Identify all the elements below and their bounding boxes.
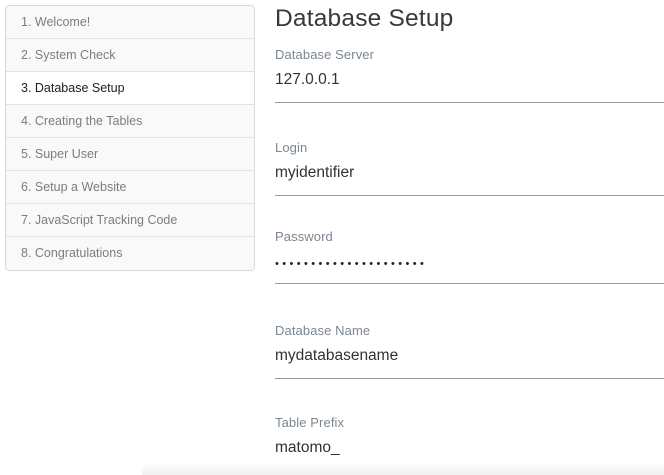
table-prefix-label: Table Prefix bbox=[275, 415, 345, 430]
sidebar-item-congratulations[interactable]: 8. Congratulations bbox=[6, 237, 254, 270]
database-server-input[interactable] bbox=[275, 69, 664, 103]
bottom-partial-panel bbox=[142, 463, 664, 475]
sidebar-item-welcome[interactable]: 1. Welcome! bbox=[6, 6, 254, 39]
database-server-label: Database Server bbox=[275, 47, 375, 62]
login-label: Login bbox=[275, 140, 308, 155]
sidebar-item-system-check[interactable]: 2. System Check bbox=[6, 39, 254, 72]
database-name-input[interactable] bbox=[275, 345, 664, 379]
sidebar-item-super-user[interactable]: 5. Super User bbox=[6, 138, 254, 171]
sidebar-item-js-tracking-code[interactable]: 7. JavaScript Tracking Code bbox=[6, 204, 254, 237]
password-label: Password bbox=[275, 229, 333, 244]
field-database-server: Database Server bbox=[275, 48, 664, 103]
sidebar-item-database-setup[interactable]: 3. Database Setup bbox=[6, 72, 254, 105]
install-steps-sidebar: 1. Welcome! 2. System Check 3. Database … bbox=[5, 5, 255, 271]
field-table-prefix: Table Prefix bbox=[275, 416, 664, 470]
login-input[interactable] bbox=[275, 162, 664, 196]
page-title: Database Setup bbox=[275, 5, 454, 32]
page: { "page": { "title": "Database Setup" },… bbox=[0, 0, 664, 475]
sidebar-item-setup-website[interactable]: 6. Setup a Website bbox=[6, 171, 254, 204]
field-database-name: Database Name bbox=[275, 324, 664, 379]
sidebar-item-creating-tables[interactable]: 4. Creating the Tables bbox=[6, 105, 254, 138]
field-password: Password bbox=[275, 230, 664, 284]
main-content: Database Setup Database Server Login Pas… bbox=[275, 0, 664, 475]
password-input[interactable] bbox=[275, 251, 664, 284]
field-login: Login bbox=[275, 141, 664, 196]
database-name-label: Database Name bbox=[275, 323, 371, 338]
